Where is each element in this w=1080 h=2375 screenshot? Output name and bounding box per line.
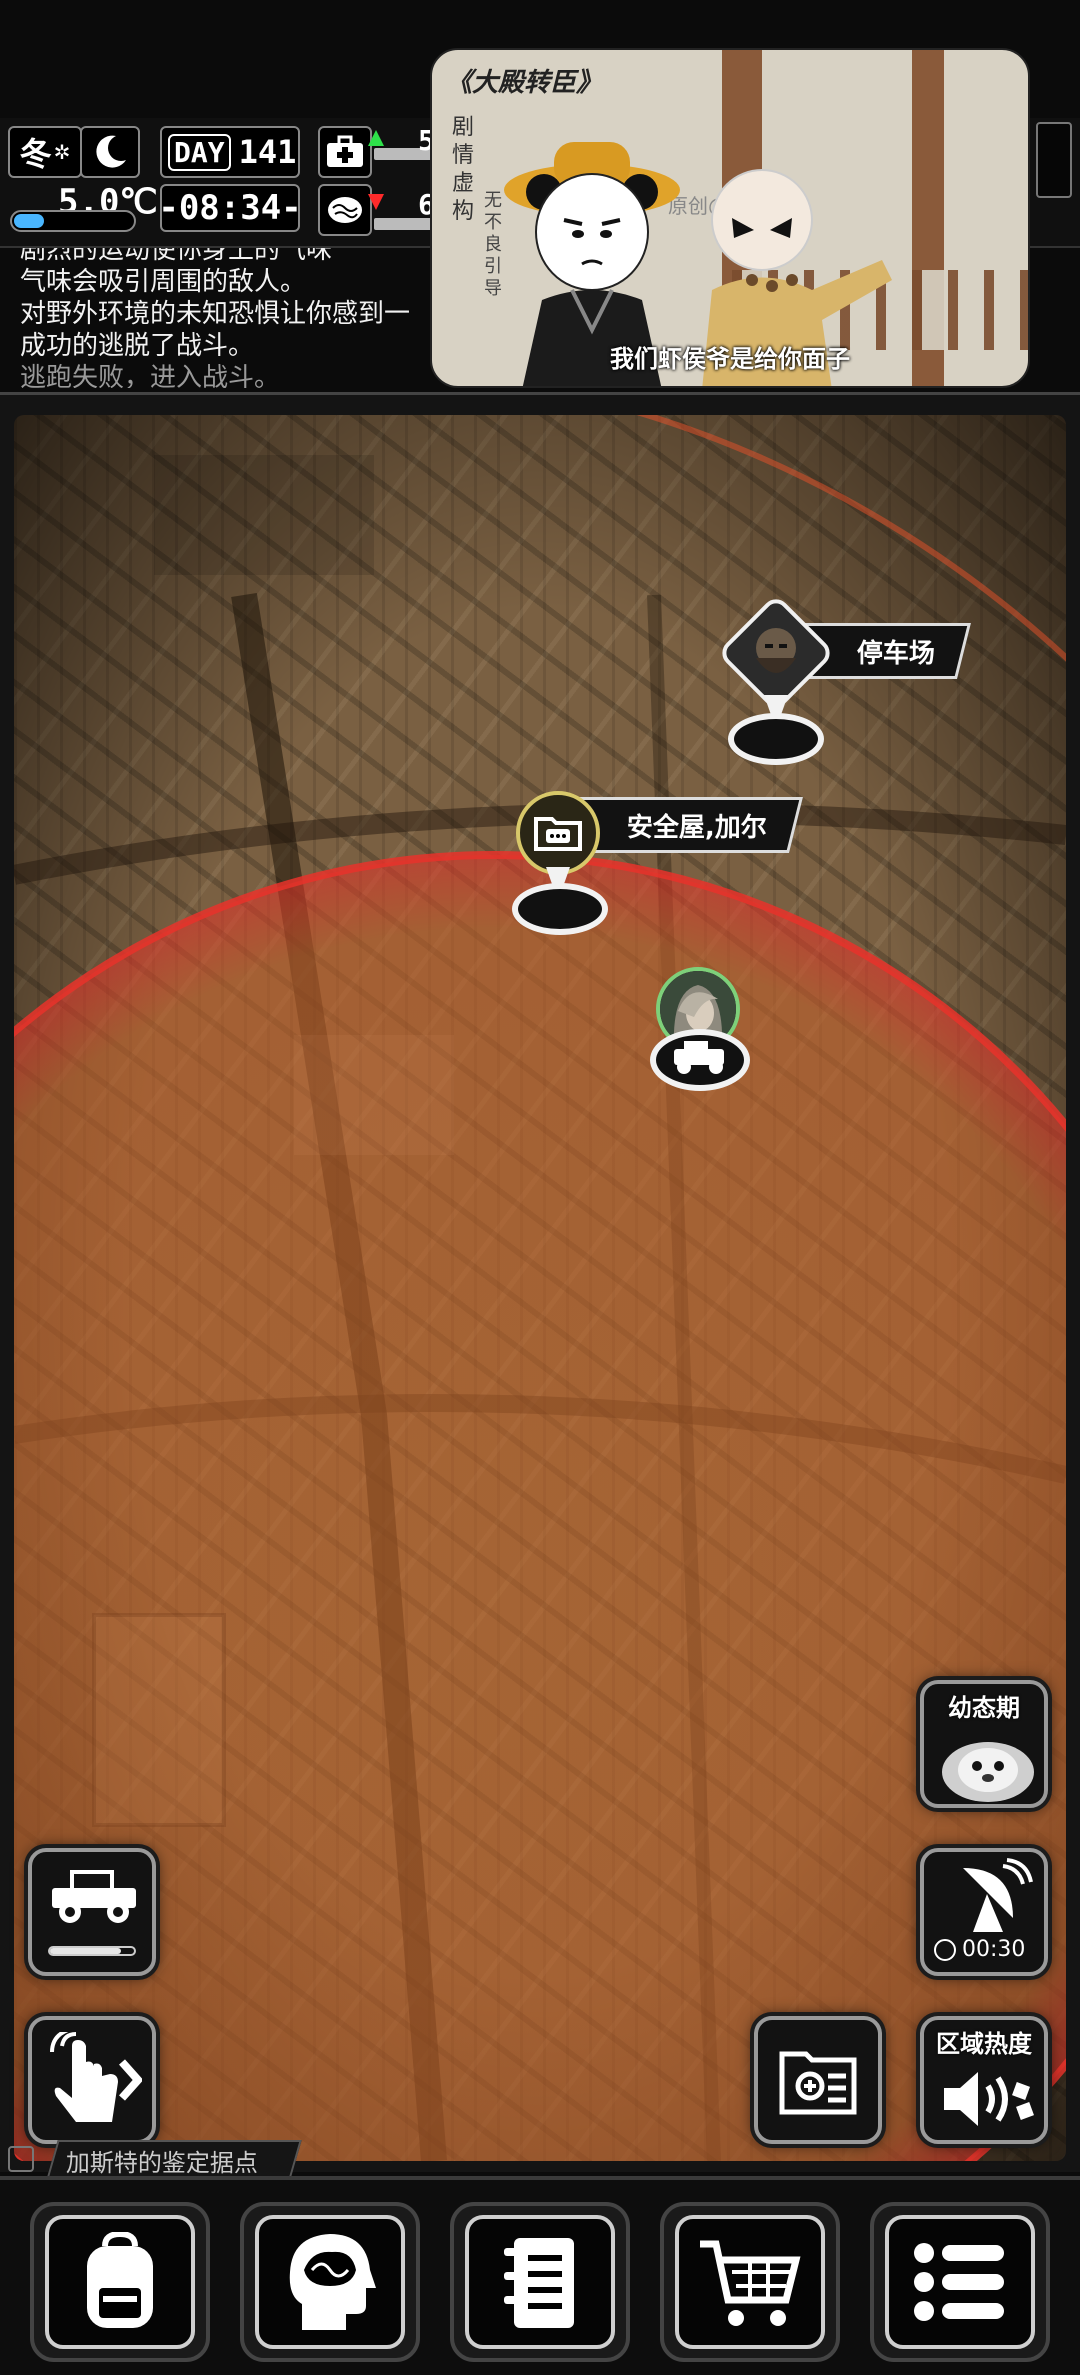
log-line: 对野外环境的未知恐惧让你感到一	[20, 299, 411, 329]
nav-backpack-button[interactable]	[30, 2202, 210, 2362]
video-subtitle: 我们虾侯爷是给你面子	[610, 345, 850, 373]
nav-journal-button[interactable]	[450, 2202, 630, 2362]
shopping-cart-icon	[700, 2240, 801, 2326]
side-panel-handle[interactable]	[1036, 122, 1072, 198]
creature-stage-button[interactable]: 幼态期	[920, 1680, 1048, 1808]
area-heat-button[interactable]: 区域热度	[920, 2016, 1048, 2144]
vehicle-marker-icon	[650, 1029, 750, 1091]
moon-icon	[80, 126, 140, 178]
cub-creature-icon	[942, 1742, 1034, 1802]
floating-video-overlay[interactable]: 《大殿转臣》 剧情虚构 无不良引导 原创@ 我们虾侯爷是给你面子	[430, 48, 1030, 388]
vehicle-fuel-bar	[48, 1946, 136, 1956]
video-vertical-text: 剧情虚构	[452, 115, 475, 224]
vehicle-button[interactable]	[28, 1848, 156, 1976]
health-up-arrow-icon	[368, 130, 384, 146]
log-line: 剧烈的运动使你身上的气味	[20, 248, 333, 265]
notebook-icon	[504, 2238, 574, 2328]
day-counter: DAY 141	[160, 126, 300, 178]
event-log: 剧烈的运动使你身上的气味 气味会吸引周围的敌人。 对野外环境的未知恐惧让你感到一…	[20, 248, 460, 388]
video-title: 《大殿转臣》	[446, 68, 603, 98]
bottom-navigation	[0, 2176, 1080, 2375]
log-line: 成功的逃脱了战斗。	[20, 331, 255, 361]
jeep-icon	[52, 1870, 136, 1923]
marker-base	[512, 883, 608, 935]
log-line: 气味会吸引周围的敌人。	[20, 267, 307, 297]
marker-base	[728, 713, 824, 765]
speaker-icon	[944, 2072, 1034, 2126]
game-clock: -08:34-	[158, 184, 302, 232]
area-heat-title: 区域热度	[936, 2030, 1032, 2058]
radar-timer: 00:30	[934, 1937, 1025, 1962]
creature-stage-title: 幼态期	[948, 1694, 1020, 1722]
temperature-bar-fill	[14, 214, 44, 228]
day-number: 141	[238, 133, 297, 171]
building-block	[154, 455, 374, 575]
season-indicator: 冬 ✲	[8, 126, 82, 178]
radar-timer-value: 00:30	[962, 1937, 1026, 1962]
map-frame: 停车场 安全屋,加尔	[0, 392, 1080, 2172]
brain-icon[interactable]	[318, 184, 372, 236]
day-label: DAY	[168, 133, 231, 171]
backpack-icon	[87, 2232, 153, 2328]
brain-head-icon	[289, 2234, 376, 2330]
tap-hand-icon	[50, 2032, 142, 2122]
nav-shop-button[interactable]	[660, 2202, 840, 2362]
list-menu-icon	[914, 2243, 1004, 2321]
snow-icon: ✲	[53, 140, 71, 164]
chat-folder-icon	[516, 791, 600, 875]
nav-skills-button[interactable]	[240, 2202, 420, 2362]
radar-button[interactable]: 00:30	[920, 1848, 1048, 1976]
season-label: 冬	[19, 135, 52, 173]
temperature-bar	[10, 210, 136, 232]
map-folder-icon	[779, 2051, 857, 2115]
interact-button[interactable]	[28, 2016, 156, 2144]
medkit-icon[interactable]	[318, 126, 372, 178]
satellite-dish-icon	[963, 1858, 1033, 1932]
location-icon	[8, 2146, 34, 2172]
sanity-down-arrow-icon	[368, 194, 384, 210]
map-folder-button[interactable]	[754, 2016, 882, 2144]
vehicle-fuel-fill	[50, 1948, 122, 1954]
nav-menu-button[interactable]	[870, 2202, 1050, 2362]
danger-zone	[14, 855, 1066, 2161]
log-line: 逃跑失败，进入战斗。	[20, 363, 281, 388]
clock-icon	[934, 1938, 956, 1961]
current-location-tag[interactable]: 加斯特的鉴定据点	[46, 2140, 302, 2180]
video-vertical-text-2: 无不良引导	[484, 190, 502, 299]
